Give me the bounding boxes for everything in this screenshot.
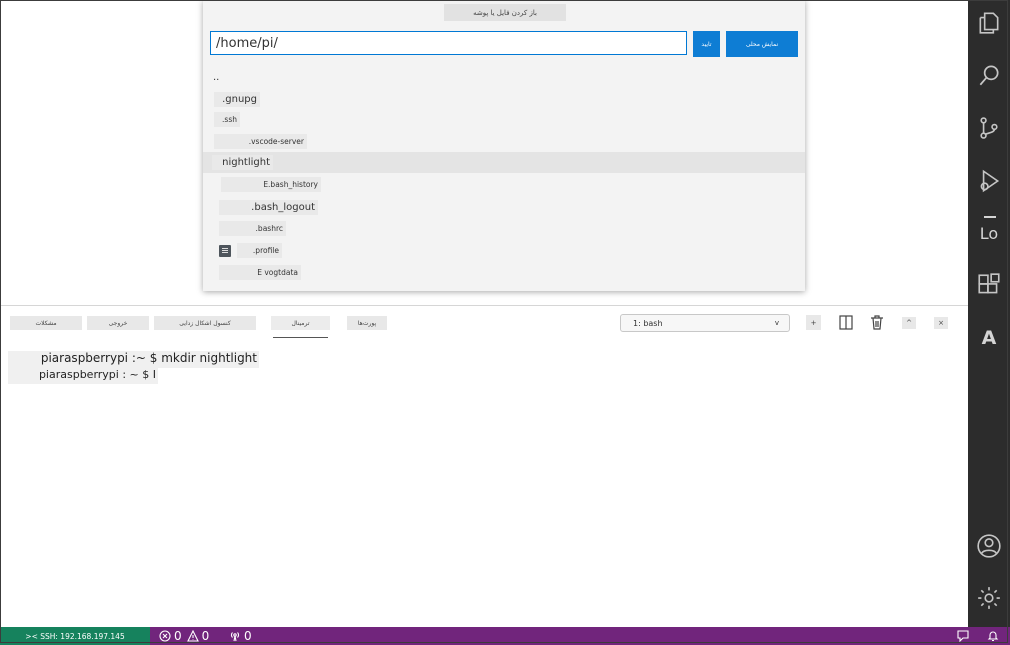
- terminal-selector[interactable]: 1: bash v: [620, 314, 790, 332]
- tab-debug-console[interactable]: کنسول اشکال زدایی: [154, 316, 256, 330]
- search-icon[interactable]: [968, 53, 1010, 97]
- trash-icon[interactable]: [869, 314, 885, 331]
- open-folder-quickpick: باز کردن فایل یا پوشه تایید نمایش محلی .…: [203, 0, 805, 291]
- status-bar: >< SSH: 192.168.197.145 0 0 0: [0, 627, 1010, 645]
- warning-icon: [186, 630, 199, 642]
- feedback-icon[interactable]: [957, 628, 969, 644]
- chevron-down-icon: v: [774, 319, 779, 327]
- problems-status[interactable]: 0 0: [159, 628, 209, 644]
- list-item[interactable]: .profile: [203, 240, 805, 261]
- explorer-icon[interactable]: [968, 1, 1010, 45]
- list-item-selected[interactable]: nightlight: [203, 152, 805, 173]
- lo-extension-icon[interactable]: Lo: [968, 211, 1010, 255]
- show-local-button[interactable]: نمایش محلی: [726, 31, 798, 57]
- source-control-icon[interactable]: [968, 106, 1010, 150]
- list-item[interactable]: E.bash_history: [203, 174, 805, 195]
- path-input[interactable]: [210, 31, 687, 55]
- list-item[interactable]: ..: [203, 67, 805, 88]
- list-item[interactable]: .bash_logout: [203, 197, 805, 218]
- ok-button[interactable]: تایید: [693, 31, 720, 57]
- extensions-icon[interactable]: [968, 263, 1010, 307]
- ports-status[interactable]: 0: [229, 628, 252, 644]
- file-icon: [219, 245, 231, 257]
- list-item[interactable]: E vogtdata: [203, 262, 805, 283]
- active-tab-indicator: [273, 337, 328, 338]
- activity-bar: Lo A: [968, 0, 1010, 627]
- tab-terminal[interactable]: ترمینال: [271, 316, 330, 330]
- a-extension-icon[interactable]: A: [968, 316, 1010, 360]
- terminal-line: piaraspberrypi : ~ $ I: [8, 368, 158, 384]
- close-panel-button[interactable]: ×: [934, 317, 948, 329]
- remote-indicator[interactable]: >< SSH: 192.168.197.145: [0, 627, 150, 645]
- notifications-bell-icon[interactable]: [987, 628, 999, 644]
- list-item[interactable]: .ssh: [203, 109, 805, 130]
- broadcast-icon: [230, 632, 240, 642]
- list-item[interactable]: .gnupg: [203, 89, 805, 110]
- run-debug-icon[interactable]: [968, 159, 1010, 203]
- maximize-panel-button[interactable]: ^: [902, 317, 916, 329]
- new-terminal-button[interactable]: +: [806, 315, 821, 330]
- list-item[interactable]: .vscode-server: [203, 131, 805, 152]
- split-terminal-icon[interactable]: [838, 314, 854, 331]
- quickpick-title: باز کردن فایل یا پوشه: [444, 4, 566, 21]
- tab-problems[interactable]: مشکلات: [10, 316, 82, 330]
- list-item[interactable]: .bashrc: [203, 218, 805, 239]
- settings-gear-icon[interactable]: [968, 576, 1010, 620]
- tab-ports[interactable]: پورت‌ها: [347, 316, 387, 330]
- error-icon: [159, 630, 171, 642]
- terminal-line: piaraspberrypi :~ $ mkdir nightlight: [8, 351, 259, 368]
- tab-output[interactable]: خروجی: [87, 316, 149, 330]
- account-icon[interactable]: [968, 524, 1010, 568]
- panel-divider: [0, 305, 968, 306]
